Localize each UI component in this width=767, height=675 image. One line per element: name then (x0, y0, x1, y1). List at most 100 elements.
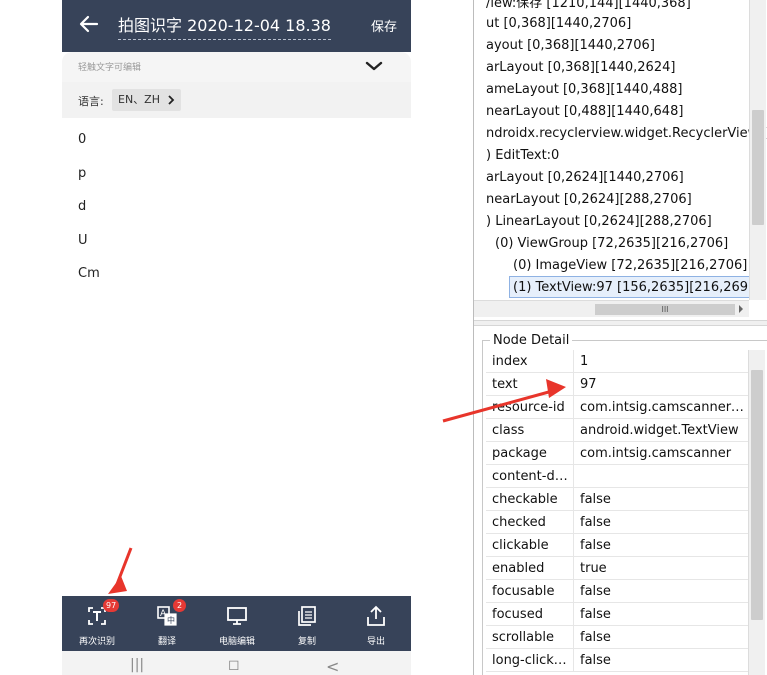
property-key: checkable (486, 488, 574, 511)
property-key: clickable (486, 534, 574, 557)
tree-node[interactable]: ameLayout [0,368][1440,488] (486, 79, 683, 101)
translate-label: 翻译 (157, 637, 176, 647)
tree-node[interactable]: arLayout [0,368][1440,2624] (486, 57, 675, 79)
page-title[interactable]: 拍图识字 2020-12-04 18.38 (118, 12, 331, 40)
tree-node[interactable]: (0) ImageView [72,2635][216,2706] (513, 255, 747, 277)
language-row: 语言: EN、ZH (62, 82, 411, 118)
scroll-thumb[interactable]: III (595, 304, 735, 315)
edit-hint-row: 轻触文字可编辑 (62, 52, 411, 82)
screenshot-root: 拍图识字 2020-12-04 18.38 保存 轻触文字可编辑 语言: EN、… (0, 0, 767, 675)
text-line[interactable]: Cm (78, 266, 100, 281)
language-label: 语言: (78, 95, 104, 108)
property-key: package (486, 442, 574, 465)
tree-node[interactable]: nearLayout [0,488][1440,648] (486, 101, 683, 123)
copy-icon (298, 606, 316, 626)
tree-node[interactable]: arLayout [0,2624][1440,2706] (486, 167, 684, 189)
recents-nav-button[interactable]: ||| (130, 657, 144, 675)
property-value: false (580, 515, 611, 530)
property-key: focused (486, 603, 574, 626)
tree-node-selected[interactable]: (1) TextView:97 [156,2635][216,2691] (509, 276, 766, 298)
home-nav-button[interactable]: ◻ (228, 657, 240, 675)
phone-screen: 拍图识字 2020-12-04 18.38 保存 轻触文字可编辑 语言: EN、… (62, 0, 411, 675)
table-row[interactable]: scrollable false (486, 626, 748, 649)
property-value: com.intsig.camscanner:i... (580, 400, 748, 415)
table-row[interactable]: checkable false (486, 488, 748, 511)
scroll-thumb[interactable] (752, 110, 764, 225)
export-button[interactable]: 导出 (346, 596, 406, 651)
table-row[interactable]: text 97 (486, 373, 748, 396)
back-arrow-icon[interactable] (78, 13, 100, 35)
top-app-bar: 拍图识字 2020-12-04 18.38 保存 (62, 0, 411, 52)
re-recognize-label: 再次识别 (78, 637, 115, 647)
property-value: false (580, 584, 611, 599)
table-row[interactable]: content-de... (486, 465, 748, 488)
table-row[interactable]: long-clicka... false (486, 649, 748, 672)
tree-horizontal-scrollbar[interactable]: III (474, 300, 749, 317)
edit-hint-text: 轻触文字可编辑 (78, 63, 142, 73)
property-value: android.widget.TextView (580, 423, 739, 438)
tree-vertical-scrollbar[interactable] (749, 0, 766, 300)
export-label: 导出 (366, 637, 385, 647)
property-value: 97 (580, 377, 597, 392)
copy-button[interactable]: 复制 (277, 596, 337, 651)
scroll-right-arrow-icon[interactable] (737, 305, 745, 313)
back-nav-button[interactable]: < (326, 657, 339, 675)
table-row[interactable]: clickable false (486, 534, 748, 557)
svg-text:中: 中 (167, 615, 175, 625)
tree-node[interactable]: ndroidx.recyclerview.widget.RecyclerView… (486, 123, 767, 145)
scroll-thumb[interactable] (751, 370, 763, 620)
save-button[interactable]: 保存 (371, 16, 397, 35)
property-key: text (486, 373, 574, 396)
translate-button[interactable]: A 中 2 翻译 (137, 596, 197, 651)
property-value (574, 465, 748, 488)
property-key: content-de... (486, 465, 574, 488)
text-line[interactable]: p (78, 166, 86, 181)
property-key: class (486, 419, 574, 442)
chevron-down-icon[interactable] (365, 60, 383, 72)
pc-edit-button[interactable]: 电脑编辑 (207, 596, 267, 651)
tree-node[interactable]: ) LinearLayout [0,2624][288,2706] (486, 211, 712, 233)
text-line[interactable]: U (78, 233, 88, 248)
table-row[interactable]: focused false (486, 603, 748, 626)
ui-inspector-panel: /iew:保存 [1210,144][1440,368] ut [0,368][… (473, 0, 767, 675)
copy-label: 复制 (297, 637, 316, 647)
property-key: scrollable (486, 626, 574, 649)
text-line[interactable]: d (78, 199, 86, 214)
language-value: EN、ZH (118, 93, 160, 106)
hierarchy-tree: /iew:保存 [1210,144][1440,368] ut [0,368][… (474, 0, 767, 318)
table-row[interactable]: class android.widget.TextView (486, 419, 748, 442)
property-key: index (486, 350, 574, 373)
pc-edit-label: 电脑编辑 (218, 637, 255, 647)
property-value: false (580, 607, 611, 622)
node-detail-title: Node Detail (490, 333, 573, 348)
tree-node[interactable]: nearLayout [0,2624][288,2706] (486, 189, 692, 211)
split-divider[interactable] (474, 320, 767, 326)
detail-vertical-scrollbar[interactable] (748, 350, 765, 675)
table-row[interactable]: checked false (486, 511, 748, 534)
tree-node[interactable]: ayout [0,368][1440,2706] (486, 35, 655, 57)
property-key: enabled (486, 557, 574, 580)
property-value: false (580, 653, 611, 668)
bottom-toolbar: 97 再次识别 A 中 2 翻译 电脑编辑 复制 导出 (62, 596, 411, 651)
language-selector[interactable]: EN、ZH (112, 89, 181, 111)
property-key: focusable (486, 580, 574, 603)
recognized-text-area[interactable]: 0 p d U Cm (62, 118, 411, 596)
tree-node[interactable]: (0) ViewGroup [72,2635][216,2706] (495, 233, 728, 255)
table-row[interactable]: package com.intsig.camscanner (486, 442, 748, 465)
tree-node[interactable]: ut [0,368][1440,2706] (486, 13, 631, 35)
monitor-icon (227, 607, 247, 625)
property-value: true (580, 561, 607, 576)
property-key: checked (486, 511, 574, 534)
table-row[interactable]: index 1 (486, 350, 748, 373)
property-key: long-clicka... (486, 649, 574, 672)
table-row[interactable]: enabled true (486, 557, 748, 580)
badge-count: 2 (173, 599, 186, 612)
chevron-right-icon (167, 95, 174, 105)
tree-node[interactable]: ) EditText:0 (486, 145, 559, 167)
table-row[interactable]: focusable false (486, 580, 748, 603)
table-row[interactable]: resource-id com.intsig.camscanner:i... (486, 396, 748, 419)
property-value: 1 (580, 354, 589, 369)
system-nav-bar: ||| ◻ < (62, 651, 411, 675)
text-line[interactable]: 0 (78, 132, 86, 147)
re-recognize-button[interactable]: 97 再次识别 (67, 596, 127, 651)
